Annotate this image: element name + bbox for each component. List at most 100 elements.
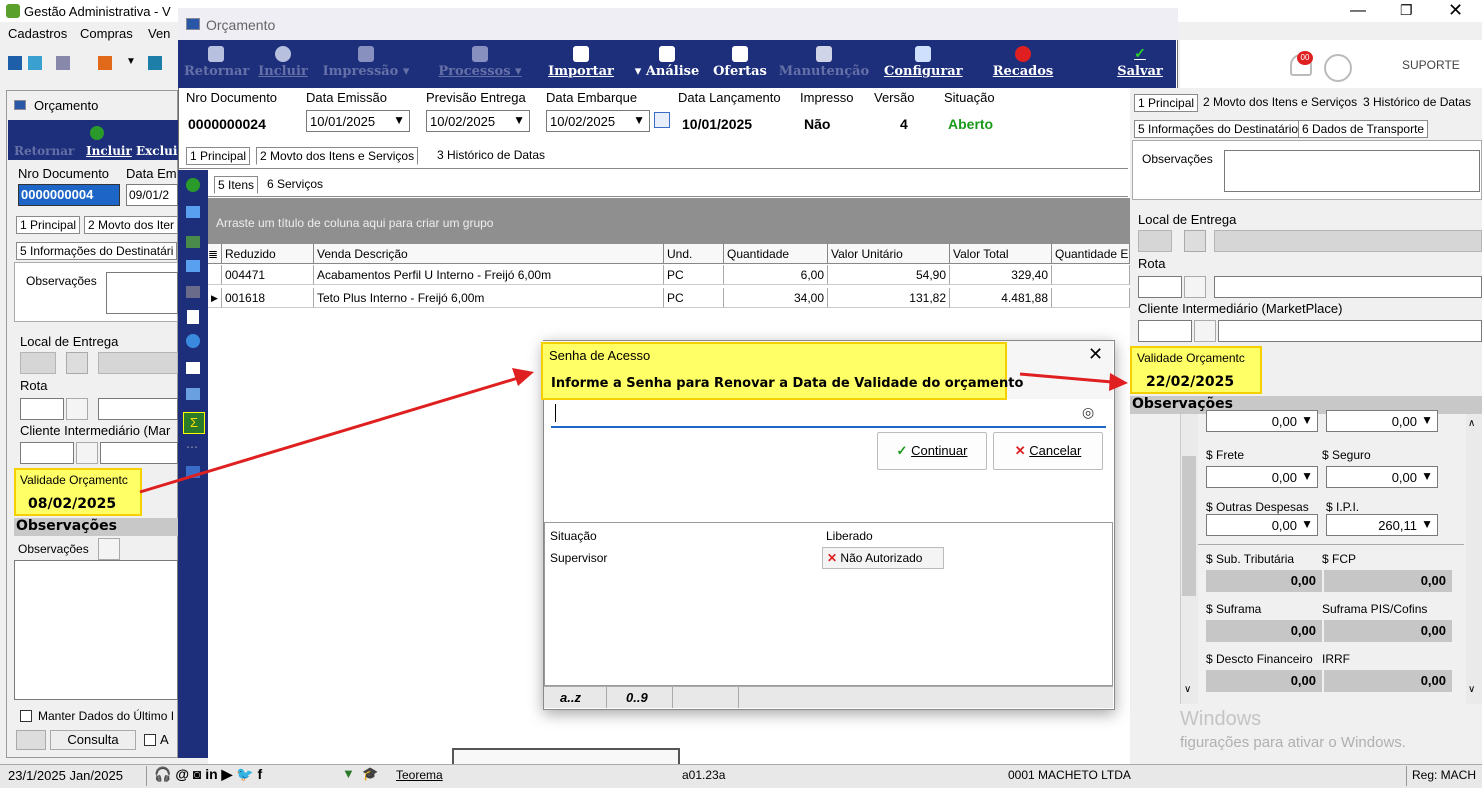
col-quantidade-e[interactable]: Quantidade E (1052, 244, 1130, 264)
calendar-icon[interactable] (654, 112, 670, 128)
table-row-2-reduzido[interactable]: 001618 (222, 288, 314, 308)
previsao-input[interactable]: 10/02/2025 ▼ (426, 110, 530, 132)
right-tab-transporte[interactable]: 6 Dados de Transporte (1298, 120, 1429, 138)
side-book-icon[interactable] (186, 362, 200, 374)
table-row-2-descricao[interactable]: Teto Plus Interno - Freijó 6,00m (314, 288, 664, 308)
dialog-row-role[interactable]: Supervisor (550, 551, 607, 565)
right-cliente-desc[interactable] (1218, 320, 1482, 342)
cancelar-button[interactable]: ✕ Cancelar (993, 432, 1103, 470)
side-table-icon[interactable] (186, 466, 200, 478)
restore-icon[interactable]: ❐ (1400, 2, 1413, 19)
menu-compras[interactable]: Compras (80, 26, 133, 41)
eye-hidden-icon[interactable]: ◎ (1082, 404, 1094, 421)
right-rota-search-icon[interactable] (1184, 276, 1206, 298)
menu-vendas[interactable]: Ven (148, 26, 170, 41)
right-tab-principal[interactable]: 1 Principal (1134, 94, 1199, 112)
left-nro-input[interactable]: 0000000004 (18, 184, 120, 206)
col-quantidade[interactable]: Quantidade (724, 244, 828, 264)
right-obs-input[interactable] (1224, 150, 1480, 192)
col-descricao[interactable]: Venda Descrição (314, 244, 664, 264)
top-value-1-input[interactable]: 0,00 ▼ (1206, 410, 1318, 432)
left-cliente-code[interactable] (20, 442, 74, 464)
right-tab-informacoes[interactable]: 5 Informações do Destinatário (1134, 120, 1303, 138)
table-row-1-unit[interactable]: 54,90 (828, 265, 950, 285)
top-value-2-input[interactable]: 0,00 ▼ (1326, 410, 1438, 432)
analise-button[interactable]: ▾ Análise (630, 40, 704, 88)
dropdown-icon[interactable]: ▼ (126, 56, 136, 67)
table-row-1-qtd[interactable]: 6,00 (724, 265, 828, 285)
table-row-2-total[interactable]: 4.481,88 (950, 288, 1052, 308)
retornar-button[interactable]: Retornar (184, 40, 249, 88)
left-tab-principal[interactable]: 1 Principal (16, 216, 81, 234)
right-tab-movto[interactable]: 2 Movto dos Itens e Serviços (1200, 94, 1360, 110)
left-obs-input[interactable] (106, 272, 178, 314)
tab-movto-itens[interactable]: 2 Movto dos Itens e Serviços (256, 147, 419, 165)
scroll-down-icon[interactable]: ∨ (1184, 684, 1191, 695)
az-button[interactable]: a..z (560, 690, 581, 705)
configurar-button[interactable]: Configurar (884, 40, 963, 88)
col-valor-total[interactable]: Valor Total (950, 244, 1052, 264)
embarque-input[interactable]: 10/02/2025 ▼ (546, 110, 650, 132)
left-cliente-desc[interactable] (100, 442, 178, 464)
scroll-down-right-icon[interactable]: ∨ (1468, 684, 1475, 695)
left-rota-code[interactable] (20, 398, 64, 420)
salvar-button[interactable]: ✓ Salvar (1110, 40, 1170, 88)
side-edit-icon[interactable] (186, 206, 200, 218)
side-grid-icon[interactable] (186, 388, 200, 400)
side-sum-icon[interactable]: Σ (183, 412, 205, 434)
toolbar-icon-4[interactable] (98, 56, 112, 70)
frete-input[interactable]: 0,00 ▼ (1206, 466, 1318, 488)
outras-input[interactable]: 0,00 ▼ (1206, 514, 1318, 536)
table-row-1-reduzido[interactable]: 004471 (222, 265, 314, 285)
menu-cadastros[interactable]: Cadastros (8, 26, 67, 41)
table-row-2-qtd[interactable]: 34,00 (724, 288, 828, 308)
right-cliente-search-icon[interactable] (1194, 320, 1216, 342)
toolbar-icon-1[interactable] (8, 56, 22, 70)
subtab-servicos[interactable]: 6 Serviços (264, 176, 326, 192)
right-scrollbar[interactable] (1466, 414, 1482, 704)
table-row-1-und[interactable]: PC (664, 265, 724, 285)
col-reduzido[interactable]: Reduzido (222, 244, 314, 264)
right-cliente-code[interactable] (1138, 320, 1192, 342)
side-tool-icon[interactable] (186, 286, 200, 298)
left-keyboard-icon[interactable] (16, 730, 46, 750)
tab-principal[interactable]: 1 Principal (186, 147, 251, 165)
left-excluir-button[interactable]: Exclui (136, 144, 177, 158)
right-rota-desc[interactable] (1214, 276, 1482, 298)
support-label[interactable]: SUPORTE (1402, 58, 1460, 72)
table-row-2-und[interactable]: PC (664, 288, 724, 308)
left-data-input[interactable]: 09/01/2 (126, 184, 178, 206)
impressao-button[interactable]: Impressão ▾ (318, 40, 414, 88)
left-obs2-search-icon[interactable] (98, 538, 120, 560)
left-manter-checkbox[interactable] (20, 710, 32, 722)
social-icons[interactable]: 🎧 @ ◙ in ▶ 🐦 f (154, 766, 262, 783)
side-add-icon[interactable] (186, 178, 200, 192)
left-retornar-button[interactable]: Retornar (14, 144, 74, 158)
incluir-button[interactable]: Incluir (254, 40, 312, 88)
scroll-up-icon[interactable]: ∧ (1468, 418, 1475, 429)
col-und[interactable]: Und. (664, 244, 724, 264)
user-avatar-icon[interactable] (1324, 54, 1352, 82)
left-tab-movto[interactable]: 2 Movto dos Iter (84, 216, 178, 234)
seguro-input[interactable]: 0,00 ▼ (1326, 466, 1438, 488)
ipi-input[interactable]: 260,11 ▼ (1326, 514, 1438, 536)
side-doc-icon[interactable] (187, 310, 199, 324)
minimize-icon[interactable]: — (1350, 2, 1366, 20)
close-icon[interactable]: ✕ (1448, 0, 1463, 21)
left-consulta-button[interactable]: Consulta (50, 730, 136, 750)
09-button[interactable]: 0..9 (626, 690, 648, 705)
left-scrollbar-thumb[interactable] (1182, 456, 1196, 596)
left-cliente-search-icon[interactable] (76, 442, 98, 464)
left-incluir-button[interactable]: Incluir (86, 144, 132, 158)
emissao-input[interactable]: 10/01/2025 ▼ (306, 110, 410, 132)
grid-menu-icon[interactable]: ≣ (208, 244, 222, 264)
side-note-icon[interactable] (186, 260, 200, 272)
col-valor-unitario[interactable]: Valor Unitário (828, 244, 950, 264)
teorema-link[interactable]: Teorema (396, 768, 443, 782)
recados-button[interactable]: Recados (988, 40, 1058, 88)
left-rota-search-icon[interactable] (66, 398, 88, 420)
left-obs2-textarea[interactable] (14, 560, 178, 700)
side-more-icon[interactable]: ⋯ (186, 440, 198, 454)
side-info-icon[interactable] (186, 334, 200, 348)
left-tab-informacoes[interactable]: 5 Informações do Destinatári (16, 242, 178, 260)
